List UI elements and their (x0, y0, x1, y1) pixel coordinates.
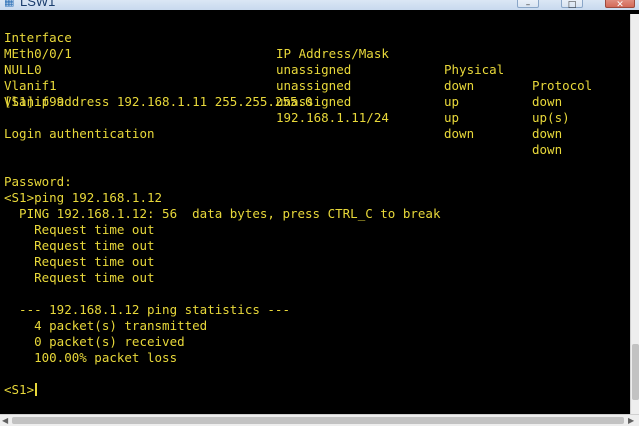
console-line: 100.00% packet loss (4, 350, 178, 365)
terminal-app-icon: ▦ (4, 0, 15, 8)
console-line: Request time out (4, 222, 155, 237)
title-bar[interactable]: ▦ LSW1 – □ ✕ (0, 0, 639, 10)
console-line: 4 packet(s) transmitted (4, 318, 208, 333)
console-line: 0 packet(s) received (4, 334, 185, 349)
close-button[interactable]: ✕ (605, 0, 635, 10)
vertical-scrollbar[interactable] (630, 14, 639, 414)
terminal-window: ▦ LSW1 – □ ✕ Interface IP Address/Mask P… (0, 0, 639, 426)
console-line: <S1>ping 192.168.1.12 (4, 190, 163, 205)
console-line: Password: (4, 174, 72, 189)
console-line: --- 192.168.1.12 ping statistics --- (4, 302, 290, 317)
table-row: Vlanif1 unassigned up down (0, 62, 630, 141)
console-line: Request time out (4, 270, 155, 285)
table-row: NULL0 unassigned up up(s) (0, 46, 630, 125)
console-line: Request time out (4, 254, 155, 269)
terminal-output[interactable]: Interface IP Address/Mask Physical Proto… (0, 14, 630, 414)
console-line: [S1]ip address 192.168.1.11 255.255.255.… (4, 94, 313, 109)
console-line: Login authentication (4, 126, 155, 141)
maximize-button[interactable]: □ (561, 0, 583, 10)
console-line: PING 192.168.1.12: 56 data bytes, press … (4, 206, 441, 221)
interface-table-header: Interface IP Address/Mask Physical Proto… (0, 14, 630, 93)
minimize-button[interactable]: – (517, 0, 539, 10)
horizontal-scroll-thumb[interactable] (12, 417, 624, 424)
command-prompt-line[interactable]: <S1> (0, 382, 630, 398)
text-cursor (35, 383, 38, 396)
vertical-scroll-thumb[interactable] (632, 344, 639, 400)
scroll-left-icon[interactable]: ◀ (2, 416, 8, 426)
console-line: Request time out (4, 238, 155, 253)
horizontal-scrollbar[interactable]: ◀ ▶ (0, 414, 639, 426)
command-prompt: <S1> (4, 382, 35, 397)
scroll-right-icon[interactable]: ▶ (628, 416, 634, 426)
table-row: Vlanif99 192.168.1.11/24 down down (0, 78, 630, 157)
table-row: MEth0/0/1 unassigned down down (0, 30, 630, 109)
window-title: LSW1 (20, 0, 56, 9)
